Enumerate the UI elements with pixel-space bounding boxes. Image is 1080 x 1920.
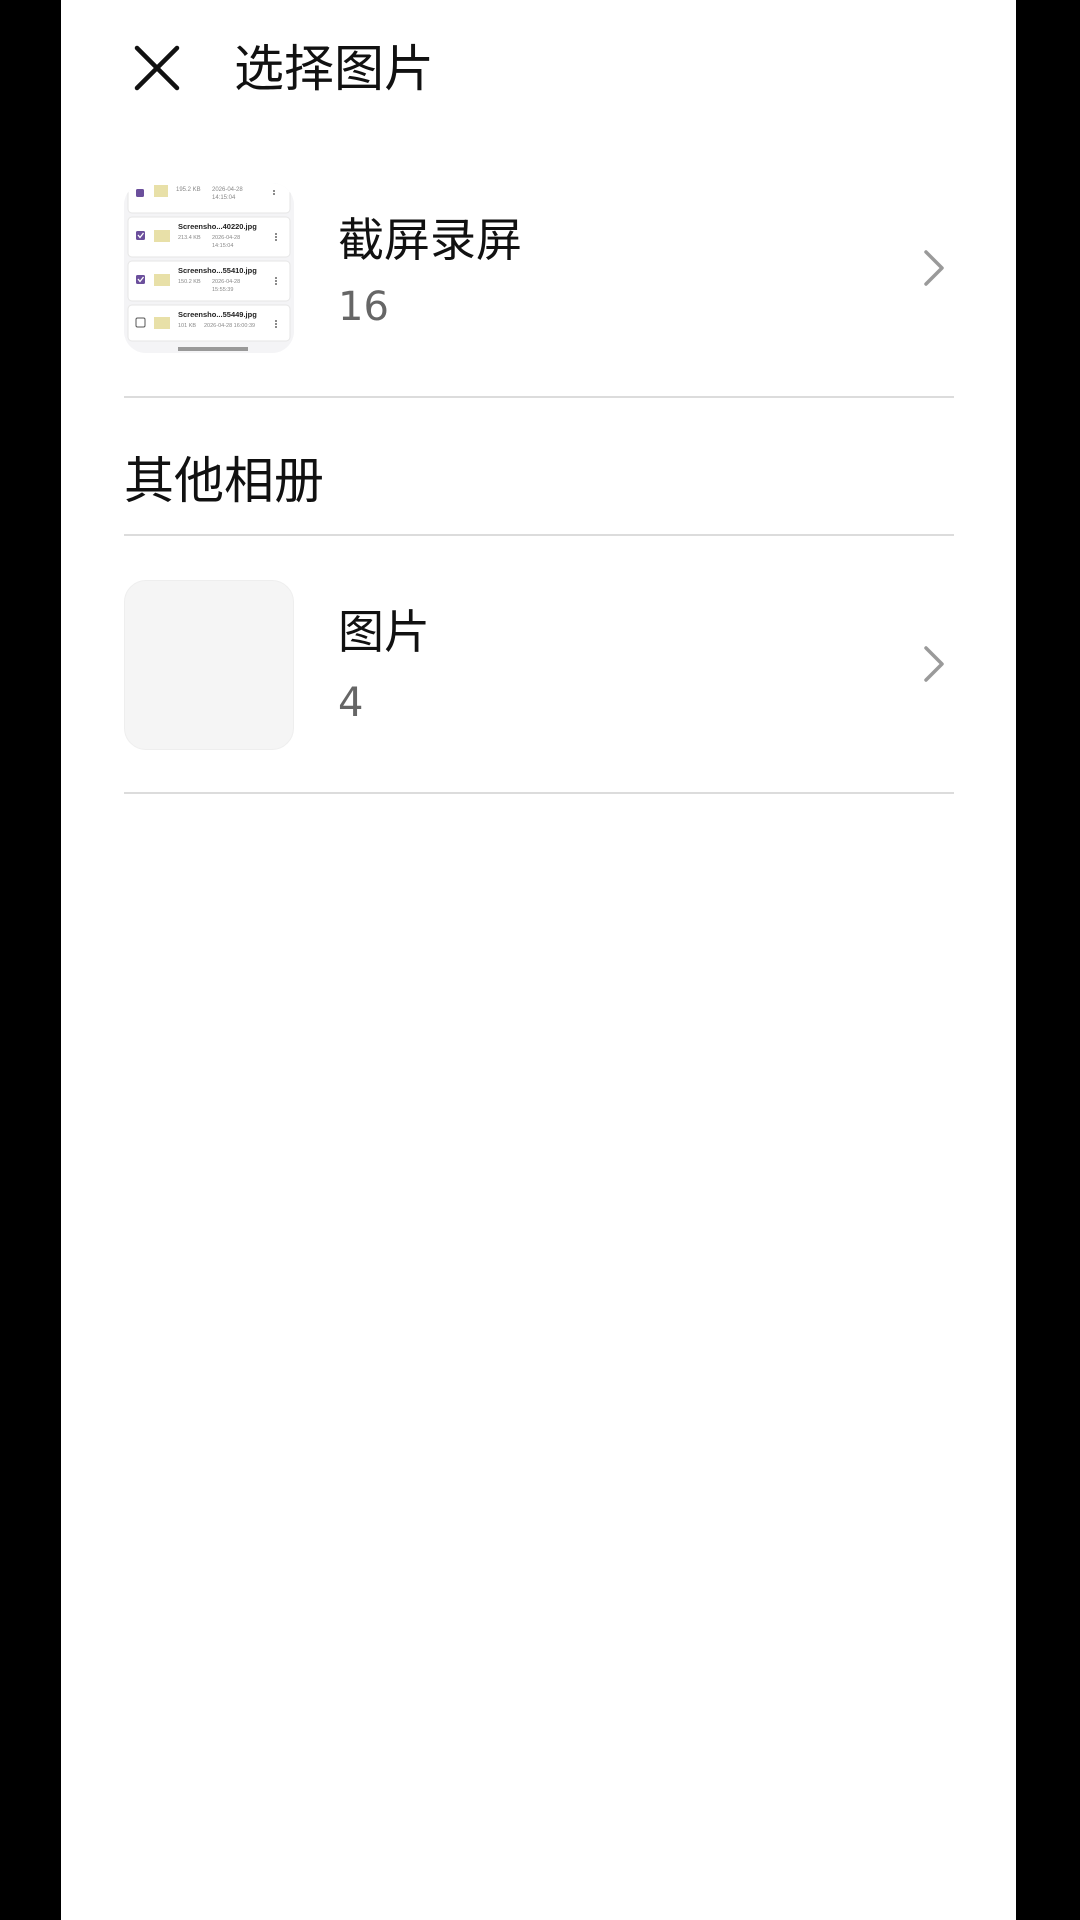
thumb-row-2-time: 15:55:39 <box>212 287 233 293</box>
album-count: 16 <box>338 284 389 330</box>
thumb-row-3-size: 101 KB <box>178 323 196 329</box>
album-name: 截屏录屏 <box>338 213 522 267</box>
thumb-row-1-time: 14:15:04 <box>212 243 233 249</box>
thumb-row-2-date: 2026-04-28 <box>212 279 240 285</box>
album-item-screenshots[interactable]: 195.2 KB 2026-04-28 14:15:04 Screensho..… <box>124 170 954 396</box>
divider <box>124 396 954 398</box>
divider <box>124 534 954 536</box>
thumb-row-1-name: Screensho...40220.jpg <box>178 222 257 231</box>
thumb-row-0-date: 2026-04-28 <box>212 187 243 193</box>
divider <box>124 792 954 794</box>
album-thumbnail <box>124 580 294 750</box>
album-thumbnail: 195.2 KB 2026-04-28 14:15:04 Screensho..… <box>124 183 294 353</box>
page-title: 选择图片 <box>234 40 434 98</box>
thumb-row-2-name: Screensho...55410.jpg <box>178 266 257 275</box>
album-picker-screen: 选择图片 195.2 KB 2026-04-28 14:15:04 Screen… <box>61 0 1016 1920</box>
section-title-other-albums: 其他相册 <box>124 452 324 510</box>
thumb-row-1-size: 213.4 KB <box>178 235 201 241</box>
thumb-row-0-size: 195.2 KB <box>176 187 201 193</box>
chevron-right-icon <box>914 238 954 298</box>
chevron-right-icon <box>914 634 954 694</box>
album-item-pictures[interactable]: 图片 4 <box>124 568 954 792</box>
thumb-row-2-size: 150.2 KB <box>178 279 201 285</box>
header: 选择图片 <box>61 0 1016 140</box>
album-name: 图片 <box>338 605 430 659</box>
thumb-row-1-date: 2026-04-28 <box>212 235 240 241</box>
album-count: 4 <box>338 680 364 726</box>
thumb-row-0-time: 14:15:04 <box>212 195 236 201</box>
close-button[interactable] <box>117 28 197 108</box>
thumb-row-3-name: Screensho...55449.jpg <box>178 310 257 319</box>
close-icon <box>134 45 180 91</box>
thumb-row-3-date: 2026-04-28 16:00:39 <box>204 323 255 329</box>
